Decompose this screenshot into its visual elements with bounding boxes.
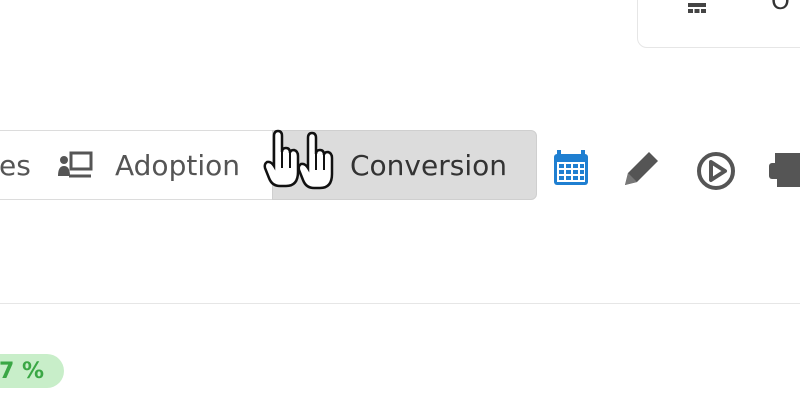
hand-cursor-icon [297,131,334,190]
status-badge: 7 % [0,354,64,388]
print-icon[interactable] [767,147,800,191]
pencil-icon[interactable] [619,147,663,191]
presentation-icon [58,151,93,178]
play-circle-icon[interactable] [694,147,738,191]
tab-previous[interactable]: es [0,130,42,200]
top-card: O [637,0,800,48]
divider [0,303,800,304]
tab-label: Adoption [115,148,240,182]
tab-label: Conversion [350,148,507,182]
top-card-text: O [771,0,790,15]
grid-icon[interactable] [686,3,708,25]
tab-adoption[interactable]: Adoption [41,130,273,200]
badge-text: 7 % [0,358,44,384]
tab-label: es [0,148,31,182]
calendar-icon[interactable] [552,147,590,187]
